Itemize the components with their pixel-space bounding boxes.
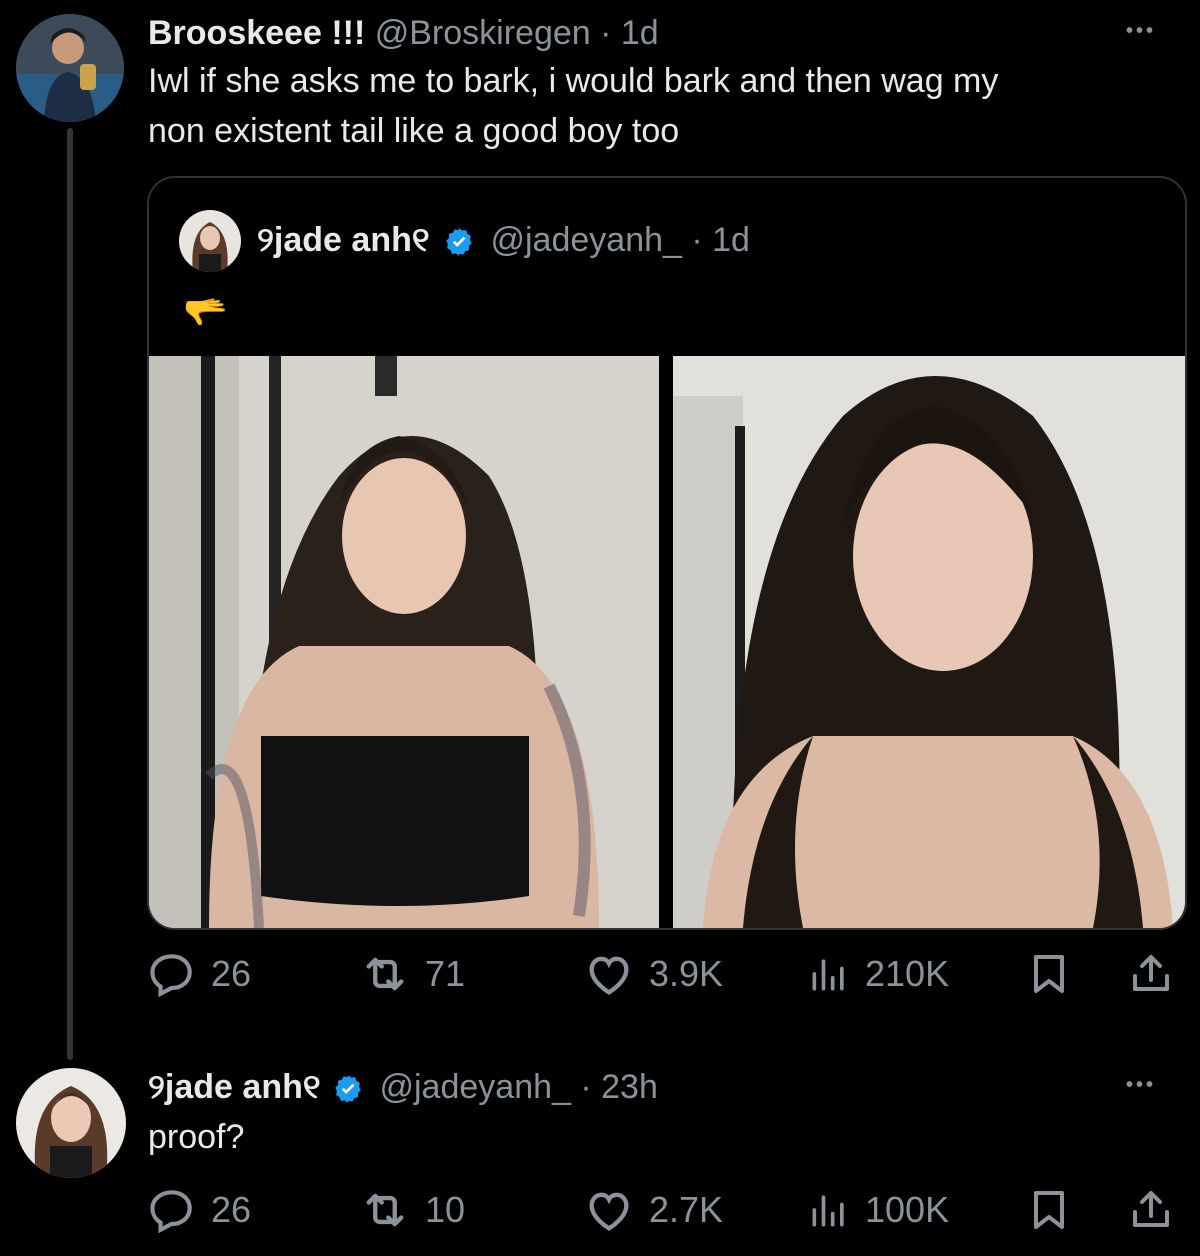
like-button[interactable]: 2.7K	[583, 1180, 723, 1240]
reply-icon	[150, 954, 192, 998]
repost-icon	[366, 957, 404, 991]
tweet-text-line: non existent tail like a good boy too	[148, 112, 680, 150]
more-options-icon[interactable]: •••	[1126, 20, 1156, 43]
tweet-text: Iwl if she asks me to bark, i would bark…	[148, 56, 1188, 156]
views-button[interactable]: 100K	[807, 1180, 949, 1240]
reply-icon	[150, 1190, 192, 1234]
quoted-tweet-card[interactable]: ୨jade anh୧ @jadeyanh_ · 1d 🫳	[147, 176, 1187, 930]
share-icon	[1133, 1191, 1169, 1227]
like-count: 3.9K	[649, 953, 724, 994]
more-options-icon[interactable]: •••	[1126, 1074, 1156, 1097]
bookmark-icon	[1034, 1191, 1064, 1229]
timestamp[interactable]: · 1d	[691, 221, 750, 259]
share-button[interactable]	[1127, 1180, 1175, 1240]
repost-count: 71	[425, 953, 466, 994]
views-chart-icon	[812, 959, 844, 991]
quote-header: ୨jade anh୧ @jadeyanh_ · 1d	[257, 216, 750, 264]
display-name[interactable]: Brooskeee !!!	[148, 14, 365, 52]
tweet-text-line: Iwl if she asks me to bark, i would bark…	[148, 62, 999, 100]
media-photo[interactable]	[673, 356, 1185, 928]
tweet-actions: 26 71 3.9K 210K	[147, 944, 1183, 1004]
reply-button[interactable]: 26	[147, 944, 251, 1004]
quote-text-emoji: 🫳	[183, 291, 228, 332]
reply-count: 26	[211, 953, 252, 994]
thread-connector-line	[67, 128, 73, 1060]
like-button[interactable]: 3.9K	[583, 944, 723, 1004]
display-name[interactable]: ୨jade anh୧	[148, 1068, 321, 1106]
like-count: 2.7K	[649, 1189, 724, 1230]
bookmark-button[interactable]	[1025, 1180, 1073, 1240]
views-button[interactable]: 210K	[807, 944, 949, 1004]
repost-count: 10	[425, 1189, 466, 1230]
timestamp[interactable]: · 23h	[580, 1068, 658, 1106]
share-icon	[1133, 955, 1169, 991]
repost-button[interactable]: 10	[359, 1180, 465, 1240]
bookmark-button[interactable]	[1025, 944, 1073, 1004]
views-count: 210K	[865, 953, 950, 994]
avatar[interactable]	[16, 1068, 126, 1178]
repost-icon	[366, 1193, 404, 1227]
tweet-text: proof?	[148, 1118, 245, 1156]
display-name[interactable]: ୨jade anh୧	[257, 221, 430, 259]
heart-icon	[589, 1192, 629, 1231]
handle[interactable]: @jadeyanh_	[379, 1068, 570, 1106]
bookmark-icon	[1034, 955, 1064, 993]
verified-badge-icon	[446, 228, 472, 257]
tweet-header: ୨jade anh୧ @jadeyanh_ · 23h	[148, 1064, 658, 1110]
timestamp[interactable]: · 1d	[600, 14, 659, 52]
reply-button[interactable]: 26	[147, 1180, 251, 1240]
avatar[interactable]	[16, 14, 124, 122]
media-photo[interactable]	[149, 356, 659, 928]
repost-button[interactable]: 71	[359, 944, 465, 1004]
tweet-actions: 26 10 2.7K 100K	[147, 1180, 1183, 1240]
quote-avatar[interactable]	[179, 210, 241, 272]
handle[interactable]: @jadeyanh_	[490, 221, 681, 259]
share-button[interactable]	[1127, 944, 1175, 1004]
heart-icon	[589, 956, 629, 995]
handle[interactable]: @Broskiregen	[375, 14, 591, 52]
reply-count: 26	[211, 1189, 252, 1230]
tweet-header: Brooskeee !!! @Broskiregen · 1d	[148, 12, 659, 54]
views-chart-icon	[812, 1195, 844, 1227]
views-count: 100K	[865, 1189, 950, 1230]
verified-badge-icon	[335, 1075, 361, 1104]
